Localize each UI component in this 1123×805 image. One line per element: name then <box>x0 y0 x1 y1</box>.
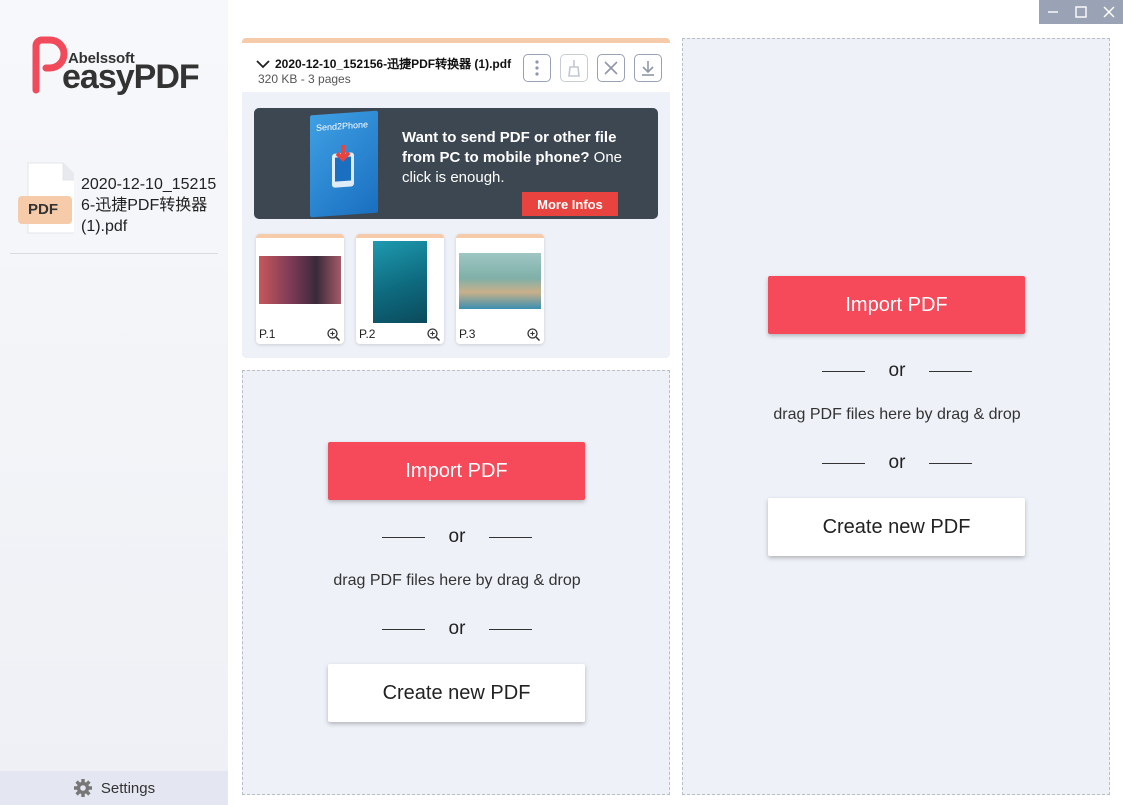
or-label: or <box>888 360 906 381</box>
or-divider: or <box>822 451 972 475</box>
or-divider: or <box>382 525 532 549</box>
close-document-button[interactable] <box>597 54 625 82</box>
or-label: or <box>448 526 466 547</box>
or-label: or <box>448 618 466 639</box>
or-divider: or <box>382 617 532 641</box>
close-icon <box>604 61 618 75</box>
more-options-button[interactable] <box>523 54 551 82</box>
import-pdf-button[interactable]: Import PDF <box>328 442 585 500</box>
drop-zone-right[interactable]: Import PDF or drag PDF files here by dra… <box>682 38 1110 795</box>
page-thumbnail[interactable]: P.1 <box>256 234 344 344</box>
drop-zone-left[interactable]: Import PDF or drag PDF files here by dra… <box>242 370 670 795</box>
zoom-in-icon[interactable] <box>427 328 440 341</box>
page-thumbnail[interactable]: P.3 <box>456 234 544 344</box>
clean-button[interactable] <box>560 54 588 82</box>
pdf-file-icon: PDF <box>18 162 81 234</box>
page-thumbnail[interactable]: P.2 <box>356 234 444 344</box>
send2phone-product-name: Send2Phone <box>316 119 369 133</box>
window-controls <box>1039 0 1123 24</box>
page-number-label: P.3 <box>459 327 476 341</box>
create-new-pdf-button[interactable]: Create new PDF <box>768 498 1025 556</box>
or-label: or <box>888 452 906 473</box>
drag-drop-hint: drag PDF files here by drag & drop <box>333 572 581 589</box>
page-preview-image <box>373 241 427 323</box>
drag-drop-hint: drag PDF files here by drag & drop <box>773 406 1021 423</box>
settings-button[interactable]: Settings <box>0 771 228 805</box>
page-number-label: P.1 <box>259 327 276 341</box>
more-vertical-icon <box>535 60 539 76</box>
more-infos-button[interactable]: More Infos <box>522 192 618 216</box>
download-icon <box>642 61 654 76</box>
download-button[interactable] <box>634 54 662 82</box>
create-new-pdf-button[interactable]: Create new PDF <box>328 664 585 722</box>
pdf-toolbar <box>523 54 662 82</box>
close-icon[interactable] <box>1095 0 1123 24</box>
page-number-label: P.2 <box>359 327 376 341</box>
page-thumbnails: P.1 P.2 P.3 <box>256 234 544 344</box>
pdf-document-title: 2020-12-10_152156-迅捷PDF转换器 (1).pdf <box>275 57 512 71</box>
page-preview-image <box>459 253 541 309</box>
gear-icon <box>73 779 92 797</box>
zoom-in-icon[interactable] <box>527 328 540 341</box>
pdf-document-header: 2020-12-10_152156-迅捷PDF转换器 (1).pdf 320 K… <box>242 38 670 92</box>
settings-label: Settings <box>100 779 156 797</box>
import-pdf-button[interactable]: Import PDF <box>768 276 1025 334</box>
maximize-icon[interactable] <box>1067 0 1095 24</box>
or-divider: or <box>822 359 972 383</box>
sidebar: Abelssoft easyPDF PDF 2020-12-10_152156-… <box>0 0 228 805</box>
logo-brand-big: easyPDF <box>62 58 200 96</box>
pdf-document-card: 2020-12-10_152156-迅捷PDF转换器 (1).pdf 320 K… <box>242 38 670 358</box>
pdf-file-icon-label: PDF <box>28 201 58 218</box>
sidebar-file-name: 2020-12-10_152156-迅捷PDF转换器 (1).pdf <box>81 176 217 235</box>
ad-headline: Want to send PDF or other file from PC t… <box>402 129 617 166</box>
send2phone-ad-banner[interactable]: Send2Phone Want to send PDF or other fil… <box>254 108 658 219</box>
zoom-in-icon[interactable] <box>327 328 340 341</box>
app-logo: Abelssoft easyPDF <box>28 36 208 98</box>
send2phone-product-box: Send2Phone <box>310 110 378 218</box>
pdf-document-info: 320 KB - 3 pages <box>258 72 351 86</box>
page-preview-image <box>259 256 341 304</box>
sidebar-file-item[interactable]: PDF 2020-12-10_152156-迅捷PDF转换器 (1).pdf <box>10 162 218 254</box>
chevron-down-icon[interactable] <box>256 59 270 69</box>
ad-message: Want to send PDF or other file from PC t… <box>402 128 642 188</box>
phone-icon <box>332 144 354 188</box>
minimize-icon[interactable] <box>1039 0 1067 24</box>
broom-icon <box>568 60 580 77</box>
